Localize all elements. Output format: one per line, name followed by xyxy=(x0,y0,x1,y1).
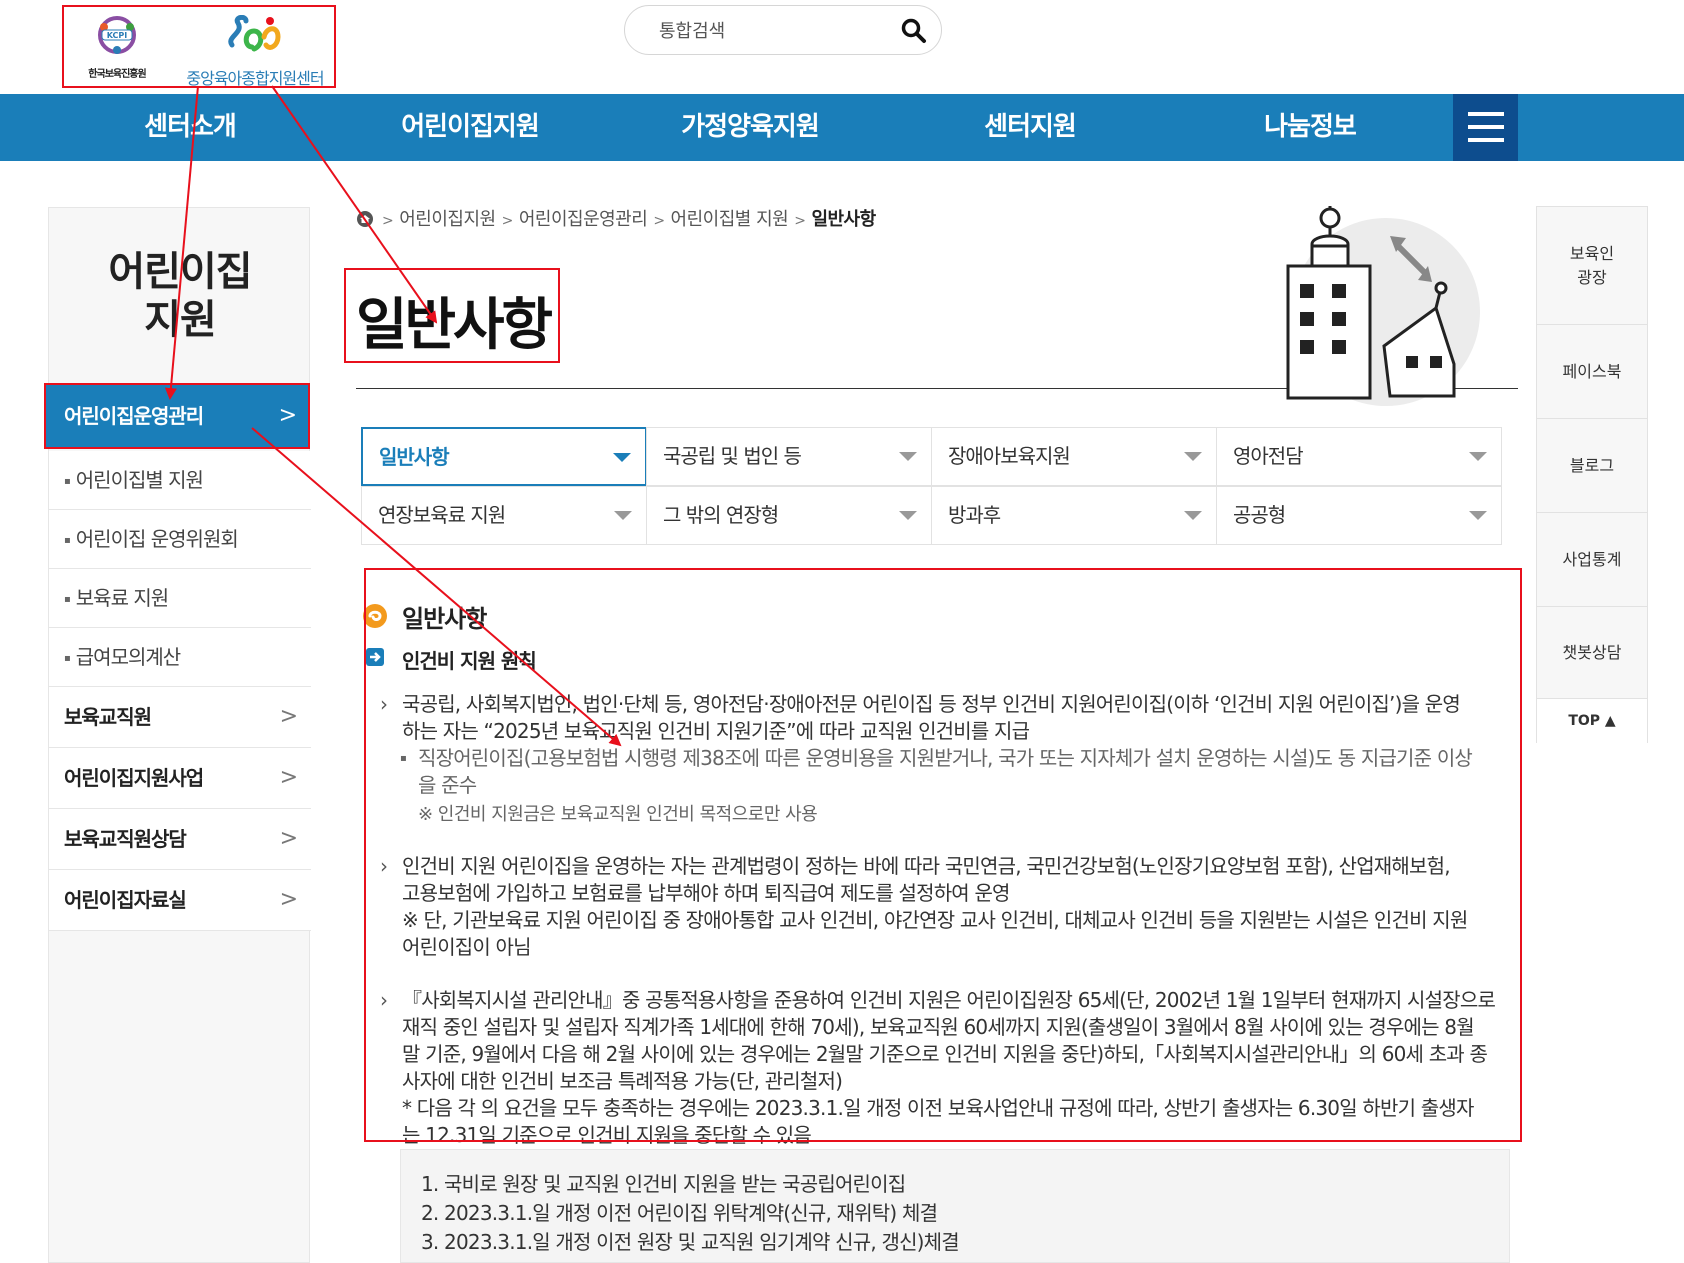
numbered-list: 1. 국비로 원장 및 교직원 인건비 지원을 받는 국공립어린이집 2. 20… xyxy=(400,1149,1510,1263)
sidebar: 어린이집 지원 어린이집운영관리 > 어린이집별 지원 어린이집 운영위원회 보… xyxy=(44,207,311,1263)
nav-center-support[interactable]: 센터지원 xyxy=(940,94,1120,161)
breadcrumb-item[interactable]: 어린이집지원 xyxy=(399,209,496,230)
breadcrumb-current: 일반사항 xyxy=(811,209,876,230)
tab-other-extended[interactable]: 그 밖의 연장형 xyxy=(646,486,932,545)
content-highlight xyxy=(364,568,1522,1142)
nav-sharing-info[interactable]: 나눔정보 xyxy=(1220,94,1400,161)
sidebar-subitem-childcare-fee[interactable]: 보육료 지원 xyxy=(49,569,311,628)
logo-group[interactable]: KCPI 한국보육진흥원 중앙육아종합지원센터 xyxy=(62,5,336,88)
kcpi-logo-name: 한국보육진흥원 xyxy=(88,69,146,80)
kcpi-badge-text: KCPI xyxy=(107,31,128,40)
breadcrumb-item[interactable]: 어린이집별 지원 xyxy=(671,209,789,230)
quick-item-facebook[interactable]: 페이스북 xyxy=(1537,325,1647,419)
caret-down-icon xyxy=(1469,452,1487,461)
tab-general[interactable]: 일반사항 xyxy=(361,427,647,486)
tab-disabled-support[interactable]: 장애아보육지원 xyxy=(931,427,1217,486)
list-item: 2. 2023.3.1.일 개정 이전 어린이집 위탁계약(신규, 재위탁) 체… xyxy=(421,1201,938,1225)
quick-item-community[interactable]: 보육인 광장 xyxy=(1537,207,1647,325)
chevron-right-icon: > xyxy=(279,887,298,912)
chevron-right-icon: > xyxy=(279,826,298,851)
kcpi-logo[interactable]: KCPI 한국보육진흥원 xyxy=(72,15,162,83)
caret-down-icon xyxy=(613,453,631,462)
quick-item-chatbot[interactable]: 챗봇상담 xyxy=(1537,607,1647,699)
chevron-right-icon: > xyxy=(279,765,298,790)
nav-daycare-support[interactable]: 어린이집지원 xyxy=(370,94,570,161)
search-box[interactable] xyxy=(624,5,942,55)
sidebar-title: 어린이집 지원 xyxy=(108,249,252,343)
chevron-right-icon: > xyxy=(278,403,297,428)
tab-after-school[interactable]: 방과후 xyxy=(931,486,1217,545)
page-title: 일반사항 xyxy=(356,293,553,358)
tab-infant-only[interactable]: 영아전담 xyxy=(1216,427,1502,486)
nav-home-parenting[interactable]: 가정양육지원 xyxy=(650,94,850,161)
caret-down-icon xyxy=(614,511,632,520)
list-item: 1. 국비로 원장 및 교직원 인건비 지원을 받는 국공립어린이집 xyxy=(421,1172,906,1196)
breadcrumb: > 어린이집지원 > 어린이집운영관리 > 어린이집별 지원 > 일반사항 xyxy=(356,205,876,231)
sidebar-subitem-committee[interactable]: 어린이집 운영위원회 xyxy=(49,510,311,569)
tab-public-corporate[interactable]: 국공립 및 법인 등 xyxy=(646,427,932,486)
caret-down-icon xyxy=(1469,511,1487,520)
caret-down-icon xyxy=(899,511,917,520)
center-logo-name: 중앙육아종합지원센터 xyxy=(186,69,324,88)
quick-item-statistics[interactable]: 사업통계 xyxy=(1537,513,1647,607)
breadcrumb-item[interactable]: 어린이집운영관리 xyxy=(519,209,648,230)
nav-center-intro[interactable]: 센터소개 xyxy=(100,94,280,161)
sidebar-item-staff-counseling[interactable]: 보육교직원상담 > xyxy=(49,809,311,870)
tab-public-type[interactable]: 공공형 xyxy=(1216,486,1502,545)
search-icon[interactable] xyxy=(901,18,927,44)
center-logo[interactable]: 중앙육아종합지원센터 xyxy=(180,15,330,88)
caret-down-icon xyxy=(899,452,917,461)
sidebar-item-daycare-management[interactable]: 어린이집운영관리 > xyxy=(44,383,310,449)
top-button[interactable]: TOP ▲ xyxy=(1537,699,1647,743)
home-icon[interactable] xyxy=(356,210,374,228)
menu-icon[interactable] xyxy=(1453,94,1518,161)
page-title-highlight: 일반사항 xyxy=(344,268,560,363)
search-input[interactable] xyxy=(659,18,879,44)
quick-item-blog[interactable]: 블로그 xyxy=(1537,419,1647,513)
building-illustration-icon xyxy=(1286,206,1480,406)
caret-down-icon xyxy=(1184,511,1202,520)
caret-down-icon xyxy=(1184,452,1202,461)
quick-menu: 보육인 광장 페이스북 블로그 사업통계 챗봇상담 TOP ▲ xyxy=(1536,206,1648,743)
sidebar-item-resources[interactable]: 어린이집자료실 > xyxy=(49,870,311,931)
sidebar-subitem-per-daycare[interactable]: 어린이집별 지원 xyxy=(49,451,311,510)
kcpi-logo-icon: KCPI xyxy=(98,16,136,54)
center-logo-icon xyxy=(228,15,281,52)
list-item: 3. 2023.3.1.일 개정 이전 원장 및 교직원 임기계약 신규, 갱신… xyxy=(421,1230,960,1254)
main-nav: 센터소개 어린이집지원 가정양육지원 센터지원 나눔정보 xyxy=(0,94,1684,161)
sidebar-subitem-salary-calc[interactable]: 급여모의계산 xyxy=(49,628,311,687)
chevron-right-icon: > xyxy=(279,704,298,729)
tab-extended-fee[interactable]: 연장보육료 지원 xyxy=(361,486,647,545)
sidebar-item-support-projects[interactable]: 어린이집지원사업 > xyxy=(49,748,311,809)
sidebar-item-staff[interactable]: 보육교직원 > xyxy=(49,687,311,748)
